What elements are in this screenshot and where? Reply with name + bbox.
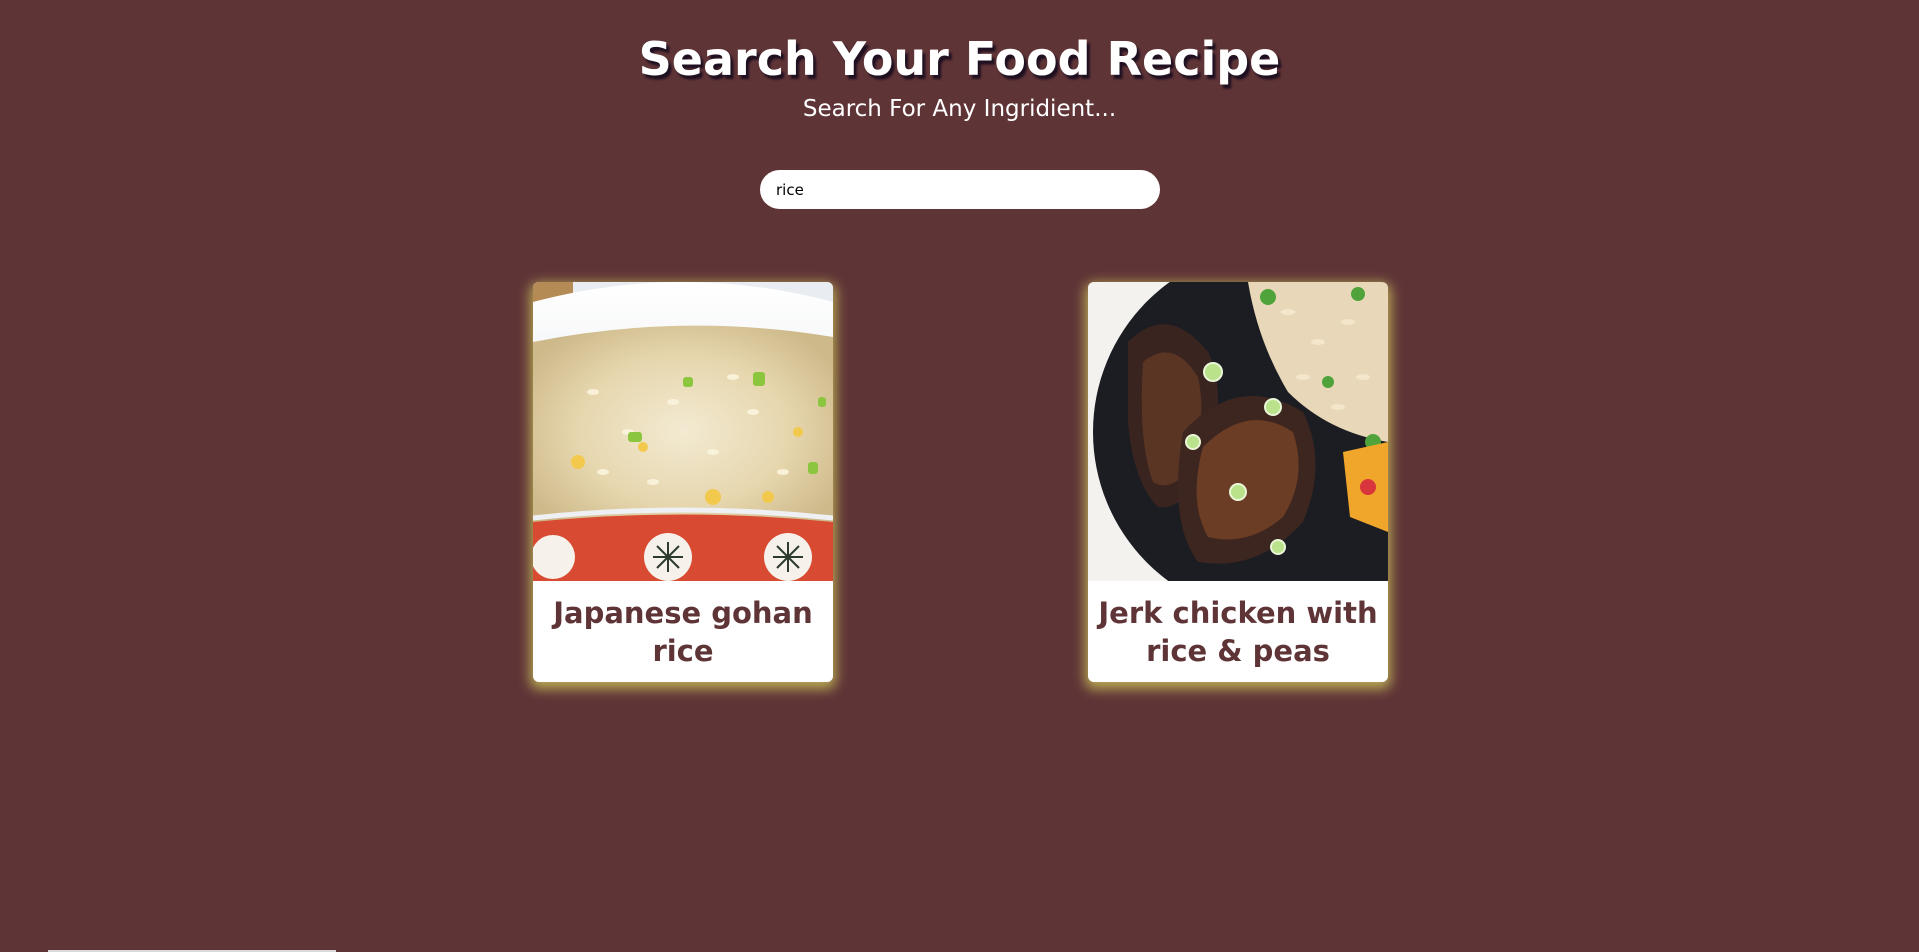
jerk-chicken-photo <box>1088 282 1388 581</box>
recipe-title: Japanese gohan rice <box>553 595 813 668</box>
page: Search Your Food Recipe Search For Any I… <box>0 0 1919 952</box>
recipe-card-japanese-gohan-rice[interactable]: Japanese gohan rice <box>533 282 833 682</box>
recipe-title: Jerk chicken with rice & peas <box>1098 595 1378 668</box>
rice-bowl-photo <box>533 282 833 581</box>
search-input[interactable] <box>760 170 1160 209</box>
page-subtitle: Search For Any Ingridient... <box>802 96 1117 122</box>
page-title: Search Your Food Recipe <box>638 32 1281 86</box>
recipe-card-jerk-chicken[interactable]: Jerk chicken with rice & peas <box>1088 282 1388 682</box>
